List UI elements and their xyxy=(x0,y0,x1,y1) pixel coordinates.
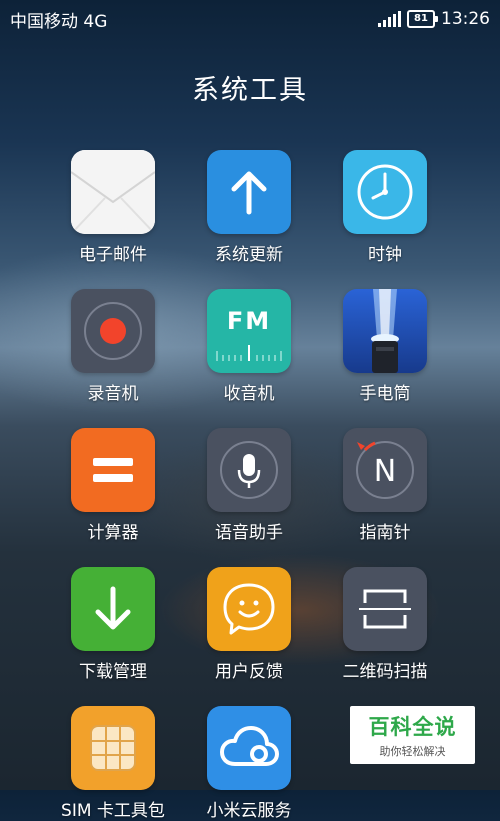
app-label: SIM 卡工具包 xyxy=(61,801,165,821)
app-feedback[interactable]: 用户反馈 xyxy=(181,567,317,682)
app-label: 收音机 xyxy=(223,384,275,404)
app-downloads[interactable]: 下载管理 xyxy=(45,567,181,682)
app-label: 录音机 xyxy=(87,384,139,404)
app-recorder[interactable]: 录音机 xyxy=(45,289,181,404)
battery-level: 81 xyxy=(414,13,428,24)
app-label: 用户反馈 xyxy=(215,662,283,682)
app-clock[interactable]: 时钟 xyxy=(317,150,453,265)
battery-icon: 81 xyxy=(407,10,438,28)
compass-icon[interactable]: N xyxy=(343,428,427,512)
download-icon[interactable] xyxy=(71,567,155,651)
app-label: 电子邮件 xyxy=(79,245,147,265)
app-label: 时钟 xyxy=(368,245,402,265)
up-arrow-icon[interactable] xyxy=(207,150,291,234)
app-label: 小米云服务 xyxy=(206,801,292,821)
app-email[interactable]: 电子邮件 xyxy=(45,150,181,265)
flashlight-icon[interactable] xyxy=(343,289,427,373)
envelope-icon[interactable] xyxy=(71,150,155,234)
compass-letter: N xyxy=(373,454,397,489)
app-label: 二维码扫描 xyxy=(342,662,428,682)
app-mi-cloud[interactable]: 小米云服务 xyxy=(181,706,317,821)
app-label: 系统更新 xyxy=(215,245,283,265)
clock-time: 13:26 xyxy=(441,9,490,29)
app-sim-toolkit[interactable]: SIM 卡工具包 xyxy=(45,706,181,821)
app-system-update[interactable]: 系统更新 xyxy=(181,150,317,265)
scan-frame-icon[interactable] xyxy=(343,567,427,651)
app-compass[interactable]: N 指南针 xyxy=(317,428,453,543)
sim-card-icon[interactable] xyxy=(71,706,155,790)
app-qr-scanner[interactable]: 二维码扫描 xyxy=(317,567,453,682)
app-label: 手电筒 xyxy=(359,384,411,404)
watermark-logo: 百科全说 助你轻松解决 xyxy=(350,706,475,764)
app-label: 指南针 xyxy=(359,523,411,543)
fm-radio-icon[interactable]: FM xyxy=(207,289,291,373)
clock-icon[interactable] xyxy=(343,150,427,234)
smile-chat-icon[interactable] xyxy=(207,567,291,651)
app-label: 计算器 xyxy=(87,523,139,543)
watermark-subtitle: 助你轻松解决 xyxy=(379,745,446,758)
fm-icon-text: FM xyxy=(226,307,272,335)
app-radio[interactable]: FM 收音机 xyxy=(181,289,317,404)
carrier-label: 中国移动 4G xyxy=(10,11,108,32)
app-calculator[interactable]: 计算器 xyxy=(45,428,181,543)
signal-icon xyxy=(378,11,401,27)
cloud-icon[interactable] xyxy=(207,706,291,790)
watermark-title: 百科全说 xyxy=(368,715,457,739)
app-voice-assistant[interactable]: 语音助手 xyxy=(181,428,317,543)
status-indicators: 81 13:26 xyxy=(378,9,490,29)
app-flashlight[interactable]: 手电筒 xyxy=(317,289,453,404)
app-label: 语音助手 xyxy=(215,523,283,543)
folder-title[interactable]: 系统工具 xyxy=(0,68,500,107)
status-bar: 中国移动 4G 81 13:26 xyxy=(0,0,500,38)
record-icon[interactable] xyxy=(71,289,155,373)
app-label: 下载管理 xyxy=(79,662,147,682)
equals-icon[interactable] xyxy=(71,428,155,512)
microphone-icon[interactable] xyxy=(207,428,291,512)
